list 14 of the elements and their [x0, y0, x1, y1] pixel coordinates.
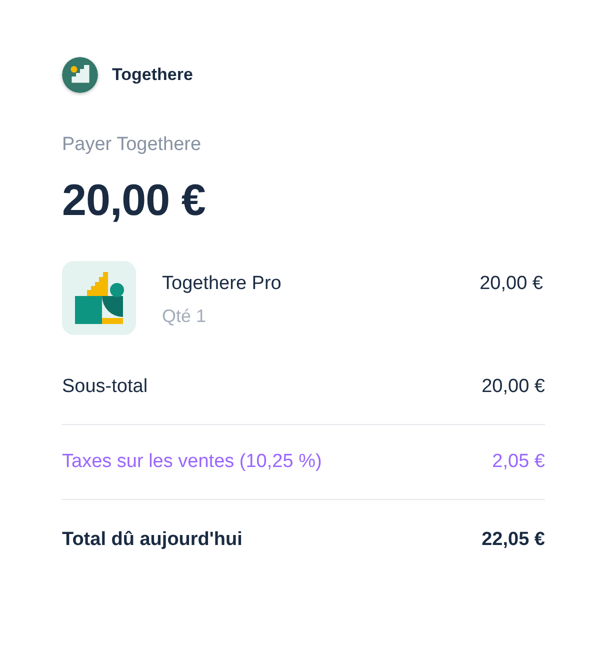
product-price: 20,00 € — [480, 272, 543, 296]
summary-label: Total dû aujourd'hui — [62, 528, 242, 552]
summary-amount: 22,05 € — [482, 528, 545, 552]
summary-label: Taxes sur les ventes (10,25 %) — [62, 450, 322, 474]
summary-label: Sous-total — [62, 375, 148, 399]
payment-amount: 20,00 € — [62, 178, 206, 224]
summary-amount: 2,05 € — [492, 450, 545, 474]
stairs-logo-icon — [62, 57, 98, 93]
product-image-icon — [62, 261, 136, 335]
product-quantity: Qté 1 — [162, 305, 208, 327]
product-name: Togethere Pro — [162, 272, 282, 296]
payment-label: Payer Togethere — [62, 133, 202, 157]
merchant-name: Togethere — [112, 64, 193, 86]
summary-amount: 20,00 € — [482, 375, 545, 399]
